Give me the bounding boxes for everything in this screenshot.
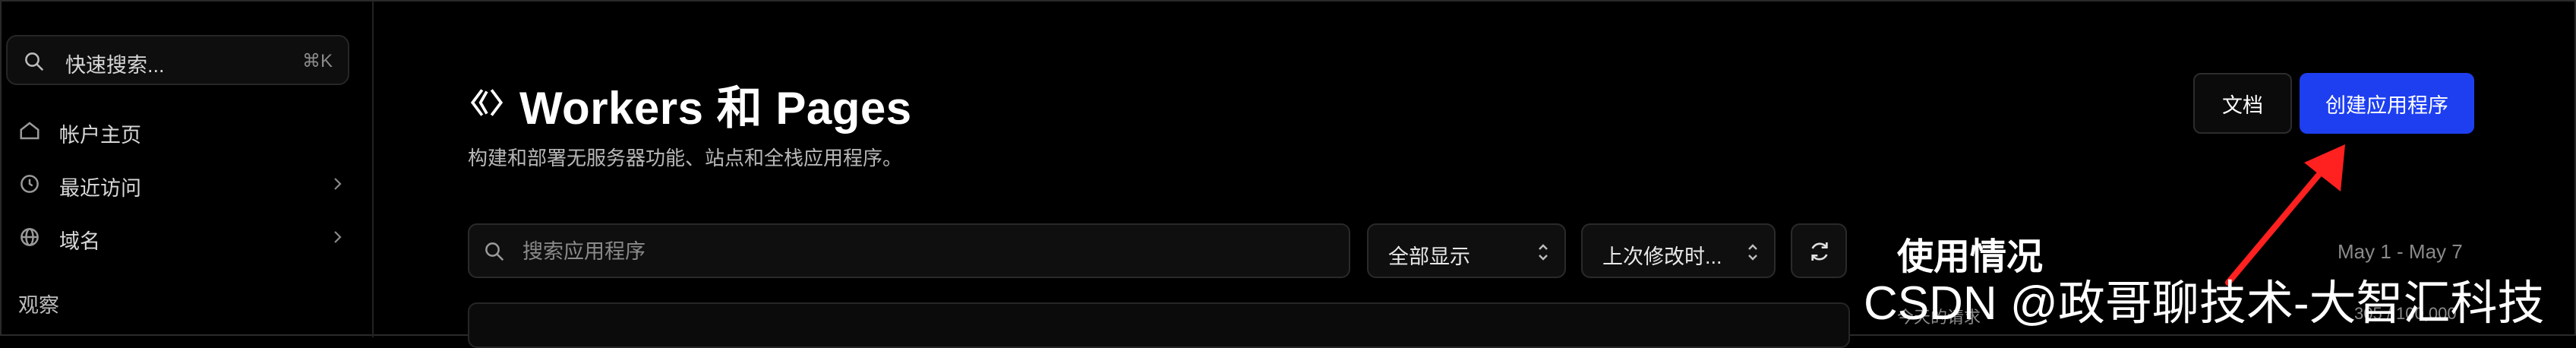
app-window: 快速搜索... ⌘K 帐户主页 最近访问 域名 观察 Workers 和 Pag… (0, 0, 2576, 348)
refresh-icon (1811, 242, 1828, 261)
sidebar: 快速搜索... ⌘K 帐户主页 最近访问 域名 观察 (2, 2, 374, 337)
sidebar-item-label: 域名 (59, 230, 100, 253)
home-icon (20, 122, 39, 140)
updown-chevron-icon (1748, 244, 1757, 261)
filter-select[interactable]: 全部显示 (1367, 223, 1566, 278)
sidebar-item-label: 帐户主页 (59, 124, 141, 147)
search-icon (25, 52, 44, 71)
sidebar-item-label: 最近访问 (59, 177, 141, 200)
quick-search-label: 快速搜索... (65, 54, 165, 77)
chevron-right-icon (334, 178, 342, 190)
globe-icon (21, 228, 39, 246)
sidebar-item-recent[interactable]: 最近访问 (2, 161, 358, 207)
page-title: Workers 和 Pages (519, 83, 912, 134)
shortcut-hint: ⌘K (301, 51, 333, 71)
usage-date-range: May 1 - May 7 (2338, 240, 2463, 263)
application-list-card (468, 302, 1850, 348)
refresh-button[interactable] (1791, 223, 1847, 278)
page-description: 构建和部署无服务器功能、站点和全栈应用程序。 (468, 147, 903, 169)
filter-select-value: 全部显示 (1388, 245, 1470, 268)
application-search-input[interactable] (521, 234, 1329, 269)
watermark: CSDN @政哥聊技术-大智汇科技 (1864, 277, 2545, 330)
chevron-right-icon (334, 231, 342, 243)
search-icon (485, 242, 504, 261)
docs-button[interactable]: 文档 (2193, 73, 2292, 134)
application-search[interactable] (468, 223, 1350, 278)
sidebar-section-title: 观察 (18, 294, 59, 317)
workers-icon (470, 89, 504, 116)
quick-search[interactable]: 快速搜索... ⌘K (6, 35, 349, 85)
create-application-button[interactable]: 创建应用程序 (2300, 73, 2474, 134)
sort-select[interactable]: 上次修改时... (1581, 223, 1776, 278)
sort-select-value: 上次修改时... (1602, 245, 1722, 268)
updown-chevron-icon (1539, 244, 1548, 261)
history-icon (21, 175, 39, 193)
sidebar-item-domains[interactable]: 域名 (2, 214, 358, 260)
sidebar-item-account-home[interactable]: 帐户主页 (2, 108, 358, 153)
